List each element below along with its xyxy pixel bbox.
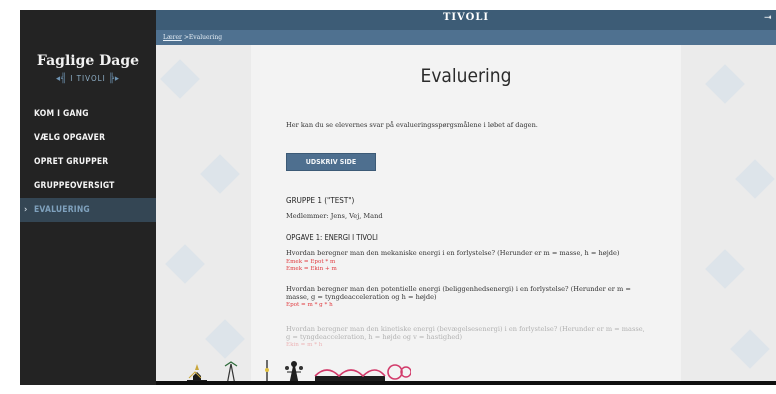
nav-item-kom-i-gang[interactable]: KOM I GANG [20,102,156,126]
decor-diamond [735,159,775,199]
decor-diamond [730,329,770,369]
ornament-left-icon: ◂╣ [56,74,67,84]
answer-text: Emek = Epot * m [286,259,336,266]
question-text: Hvordan beregner man den potentielle ene… [286,285,631,302]
nav-item-gruppeoversigt[interactable]: GRUPPEOVERSIGT [20,174,156,198]
breadcrumb-separator: > [181,34,189,41]
decor-diamond [160,59,200,99]
decor-diamond [165,244,205,284]
print-page-button[interactable]: UDSKRIV SIDE [286,153,376,171]
brand-subtitle: ◂╣ I TIVOLI ╠▸ [20,74,156,84]
nav-item-label: VÆLG OPGAVER [34,133,106,143]
decor-diamond [705,64,745,104]
sidebar-nav: KOM I GANG VÆLG OPGAVER OPRET GRUPPER GR… [20,102,156,222]
intro-text: Her kan du se elevernes svar på evalueri… [286,121,538,129]
nav-item-label: KOM I GANG [34,109,89,119]
chevron-right-icon: › [24,205,28,215]
top-bar: TIVOLI ⇥ [156,10,776,30]
decor-diamond [705,249,745,289]
nav-item-evaluering[interactable]: › EVALUERING [20,198,156,222]
answer-text: Ekin = m * h [286,341,323,348]
logout-icon[interactable]: ⇥ [764,13,774,23]
sidebar: Faglige Dage ◂╣ I TIVOLI ╠▸ KOM I GANG V… [20,10,156,385]
task-heading: OPGAVE 1: ENERGI I TIVOLI [286,233,378,242]
breadcrumb: Lærer >Evaluering [156,30,776,45]
tivoli-logo[interactable]: TIVOLI [156,12,776,23]
content-panel: Evaluering Her kan du se elevernes svar … [251,45,681,385]
answer-text: Epot = m * g * h [286,301,333,308]
brand-subtitle-text: I TIVOLI [70,74,106,83]
brand-title: Faglige Dage [36,53,140,69]
bottom-strip [156,381,776,385]
answer-text: Emek = Ekin + m [286,266,337,273]
main-area: Evaluering Her kan du se elevernes svar … [156,45,776,385]
breadcrumb-link-laerer[interactable]: Lærer [163,34,182,41]
question-text: Hvordan beregner man den kinetiske energ… [286,325,645,342]
nav-item-vaelg-opgaver[interactable]: VÆLG OPGAVER [20,126,156,150]
ornament-right-icon: ╠▸ [109,74,120,84]
decor-diamond [200,154,240,194]
question-text: Hvordan beregner man den mekaniske energ… [286,249,620,257]
decor-diamond [205,319,245,359]
question-block: Hvordan beregner man den potentielle ene… [286,285,651,309]
group-members: Medlemmer: Jens, Vej, Mand [286,212,383,220]
nav-item-label: EVALUERING [34,205,90,215]
question-block: Hvordan beregner man den mekaniske energ… [286,249,651,273]
breadcrumb-current: Evaluering [188,34,223,41]
page-title: Evaluering [420,65,512,87]
nav-item-label: OPRET GRUPPER [34,157,109,167]
group-heading: GRUPPE 1 ("TEST") [286,196,355,205]
nav-item-label: GRUPPEOVERSIGT [34,181,115,191]
nav-item-opret-grupper[interactable]: OPRET GRUPPER [20,150,156,174]
question-block: Hvordan beregner man den kinetiske energ… [286,325,651,349]
